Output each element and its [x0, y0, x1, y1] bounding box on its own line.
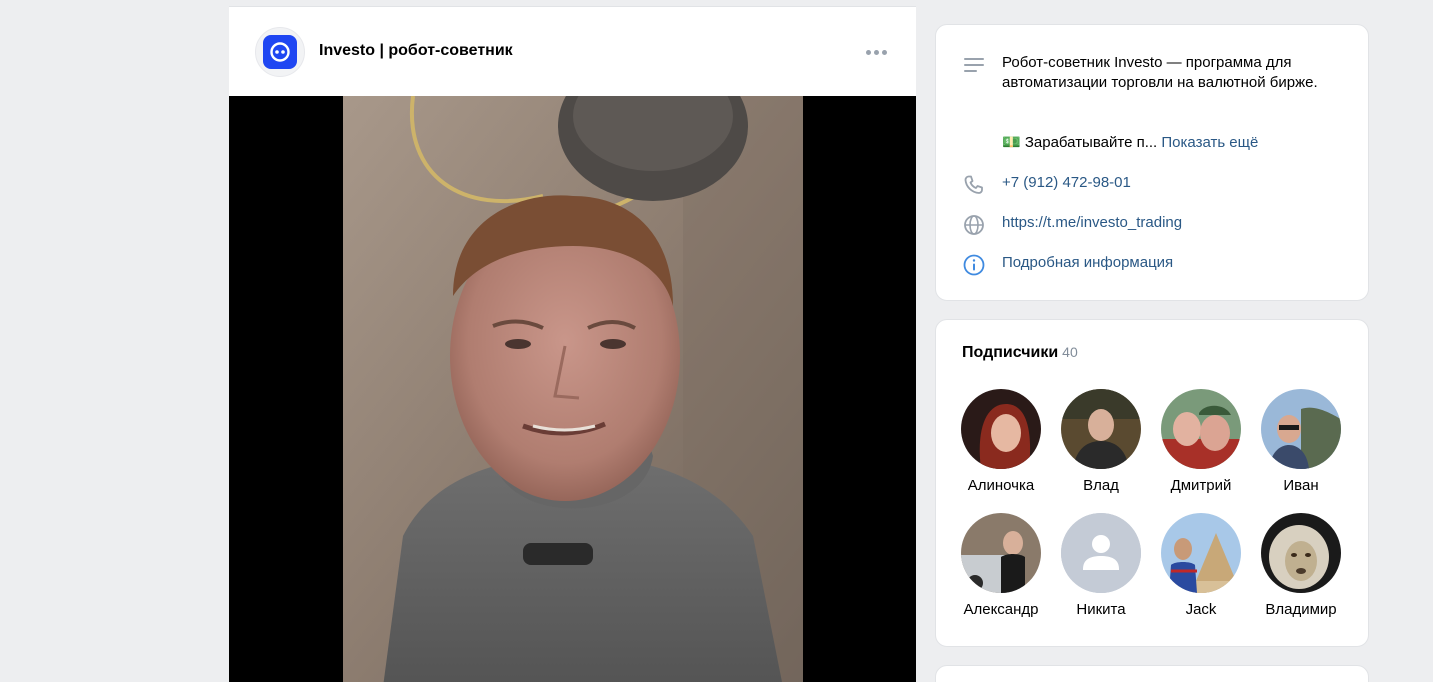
phone-icon	[962, 173, 986, 197]
subscribers-count: 40	[1062, 344, 1078, 360]
investo-logo-icon	[263, 35, 297, 69]
phone-link[interactable]: +7 (912) 472-98-01	[1002, 173, 1348, 193]
subscriber-item[interactable]: Александр	[951, 513, 1051, 618]
default-avatar	[1061, 513, 1141, 593]
subscriber-name: Никита	[1076, 601, 1126, 618]
next-widget-card	[935, 665, 1369, 682]
description-teaser: 💵 Зарабатывайте п...	[1002, 134, 1158, 151]
subscriber-name: Иван	[1283, 477, 1319, 494]
subscriber-avatar	[961, 513, 1041, 593]
subscriber-avatar	[1261, 513, 1341, 593]
globe-icon	[962, 213, 986, 237]
subscriber-item[interactable]: Алиночка	[951, 389, 1051, 494]
subscriber-avatar	[1161, 389, 1241, 469]
subscribers-card: Подписчики 40 Алиночка Влад Дмитрий Иван…	[935, 319, 1369, 647]
subscriber-name: Алиночка	[967, 477, 1035, 494]
subscriber-item[interactable]: Никита	[1051, 513, 1151, 618]
details-link[interactable]: Подробная информация	[1002, 253, 1348, 273]
subscriber-avatar	[1261, 389, 1341, 469]
community-title[interactable]: Investo | робот-советник	[319, 42, 513, 60]
subscriber-name: Влад	[1083, 477, 1119, 494]
subscriber-item[interactable]: Дмитрий	[1151, 389, 1251, 494]
subscriber-item[interactable]: Владимир	[1251, 513, 1351, 618]
subscribers-header[interactable]: Подписчики 40	[962, 344, 1078, 362]
subscribers-title: Подписчики	[962, 344, 1059, 361]
info-circle-icon	[962, 253, 986, 277]
subscriber-item[interactable]: Jack	[1151, 513, 1251, 618]
subscriber-name: Александр	[963, 601, 1039, 618]
subscriber-name: Владимир	[1265, 601, 1337, 618]
website-link[interactable]: https://t.me/investo_trading	[1002, 213, 1348, 233]
subscriber-avatar	[1161, 513, 1241, 593]
post-card: Investo | робот-советник	[229, 6, 916, 682]
description-lines-icon	[962, 53, 986, 77]
subscriber-item[interactable]: Влад	[1051, 389, 1151, 494]
community-info-card: Робот-советник Investo — программа для а…	[935, 24, 1369, 301]
more-options-icon[interactable]	[866, 45, 888, 59]
subscriber-name: Дмитрий	[1170, 477, 1232, 494]
community-description: Робот-советник Investo — программа для а…	[1002, 54, 1318, 91]
page: Investo | робот-советник Робот-советник …	[0, 0, 1433, 682]
user-placeholder-icon	[1061, 513, 1141, 593]
subscriber-avatar	[961, 389, 1041, 469]
subscriber-avatar	[1061, 389, 1141, 469]
community-avatar[interactable]	[255, 27, 305, 77]
show-more-link[interactable]: Показать ещё	[1161, 134, 1258, 151]
video-frame	[343, 96, 803, 682]
post-header: Investo | робот-советник	[229, 7, 916, 96]
video-player[interactable]	[229, 96, 916, 682]
subscriber-item[interactable]: Иван	[1251, 389, 1351, 494]
subscriber-name: Jack	[1185, 601, 1217, 618]
